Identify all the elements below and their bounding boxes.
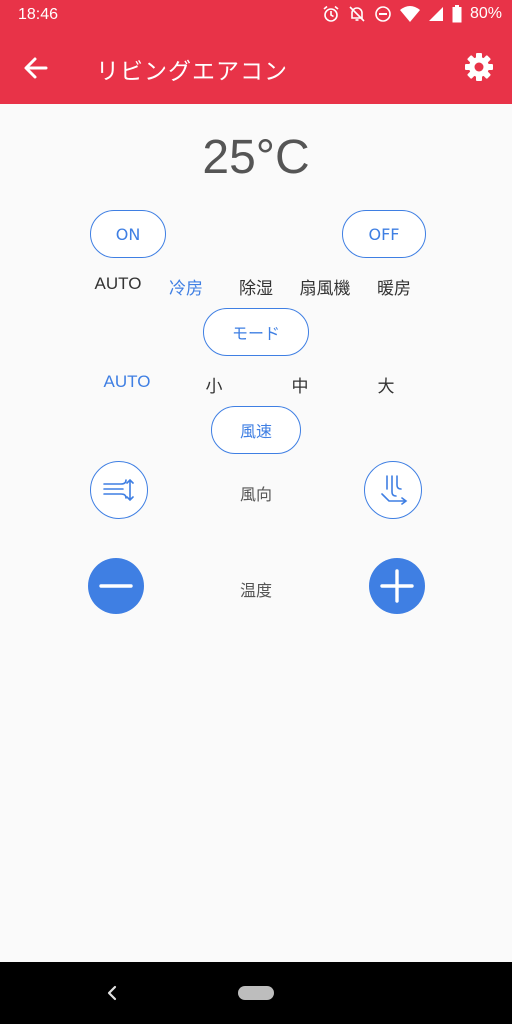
fan-speed-option-low[interactable]: 小 <box>194 372 234 397</box>
mode-button[interactable]: モード <box>203 308 309 356</box>
nav-home-pill[interactable] <box>238 986 274 1000</box>
do-not-disturb-icon <box>375 6 391 22</box>
back-arrow-icon[interactable] <box>22 54 50 82</box>
signal-icon <box>428 7 443 21</box>
wind-direction-label: 風向 <box>239 485 272 504</box>
status-icons: 80% <box>322 5 502 23</box>
nav-back-icon[interactable] <box>104 984 120 1002</box>
page-title: リビングエアコン <box>96 59 288 85</box>
temperature-up-button[interactable] <box>369 558 425 614</box>
mode-option-cool[interactable]: 冷房 <box>160 274 212 299</box>
mode-option-fan[interactable]: 扇風機 <box>294 274 356 299</box>
gear-icon[interactable] <box>464 52 494 82</box>
fan-speed-option-medium[interactable]: 中 <box>280 372 320 397</box>
app-bar: リビングエアコン <box>0 32 512 104</box>
notifications-off-icon <box>349 6 365 22</box>
plus-icon <box>380 569 414 603</box>
mode-option-dry[interactable]: 除湿 <box>230 274 282 299</box>
alarm-icon <box>323 5 339 22</box>
vertical-swing-icon <box>381 475 408 505</box>
fan-speed-option-high[interactable]: 大 <box>366 372 406 397</box>
mode-option-heat[interactable]: 暖房 <box>368 274 420 299</box>
power-off-button[interactable]: OFF <box>342 210 426 258</box>
temperature-control-label: 温度 <box>239 581 272 600</box>
mode-option-auto[interactable]: AUTO <box>88 274 148 294</box>
battery-percentage: 80% <box>469 5 502 22</box>
status-bar: 18:46 80% <box>0 0 512 32</box>
fan-speed-button[interactable]: 風速 <box>211 406 301 454</box>
temperature-display: 25°C <box>202 131 310 184</box>
status-time: 18:46 <box>18 6 59 23</box>
vertical-swing-button[interactable] <box>364 461 422 519</box>
wifi-icon <box>399 6 420 22</box>
fan-speed-option-auto[interactable]: AUTO <box>96 372 158 392</box>
battery-icon <box>452 5 462 23</box>
power-on-button[interactable]: ON <box>90 210 166 258</box>
system-navigation-bar <box>0 962 512 1024</box>
